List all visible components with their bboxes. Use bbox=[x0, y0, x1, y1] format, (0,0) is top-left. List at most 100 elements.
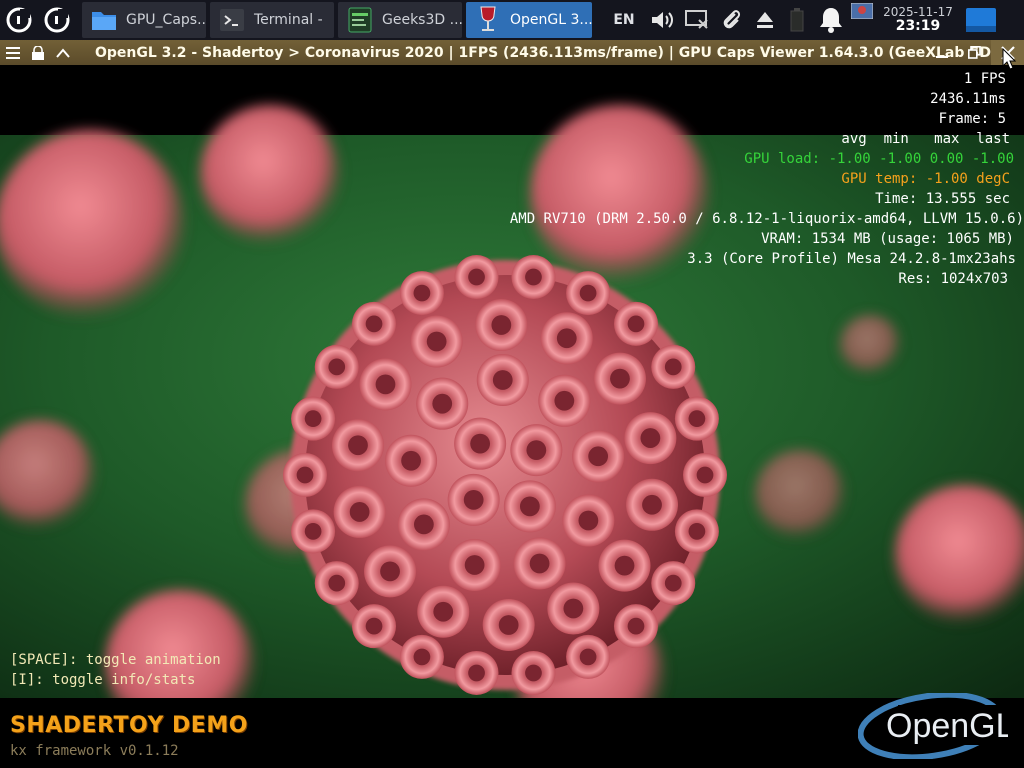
stat-gpu-temp: GPU temp: -1.00 degC bbox=[841, 171, 1010, 187]
stat-fps: 1 FPS bbox=[963, 71, 1006, 87]
virus-spike-hole bbox=[556, 328, 577, 349]
virus-spike-hole bbox=[579, 284, 597, 302]
taskbar: GPU_Caps... Terminal - Geeks3D ... OpenG… bbox=[0, 0, 1024, 40]
virus-spike-hole bbox=[426, 331, 447, 352]
virus-spike-hole bbox=[349, 502, 370, 522]
stat-resolution: Res: 1024x703 bbox=[898, 271, 1008, 287]
virus-spike-hole bbox=[433, 601, 454, 622]
window-title: OpenGL 3.2 - Shadertoy > Coronavirus 202… bbox=[95, 44, 1009, 61]
window-titlebar[interactable]: OpenGL 3.2 - Shadertoy > Coronavirus 202… bbox=[0, 40, 1024, 65]
help-toggle-info: [I]: toggle info/stats bbox=[10, 672, 196, 688]
virus-spike-hole bbox=[464, 555, 485, 575]
virus-spike-hole bbox=[519, 496, 540, 517]
window-menu-button[interactable] bbox=[0, 40, 25, 65]
virus-spike-hole bbox=[688, 410, 706, 428]
virus-spike-hole bbox=[588, 446, 609, 467]
mouse-cursor-icon bbox=[1002, 48, 1016, 70]
paperclip-icon[interactable] bbox=[714, 0, 748, 40]
task-opengl-window[interactable]: OpenGL 3... bbox=[466, 2, 592, 38]
chevron-up-icon bbox=[55, 47, 70, 58]
eject-icon[interactable] bbox=[748, 0, 782, 40]
display-off-icon[interactable] bbox=[680, 0, 714, 40]
task-label: OpenGL 3... bbox=[510, 12, 592, 28]
virus-spike-hole bbox=[627, 315, 645, 333]
clock[interactable]: 2025-11-17 23:19 bbox=[874, 6, 962, 33]
virus-spike-hole bbox=[642, 494, 662, 515]
quick-launch-button[interactable] bbox=[38, 0, 76, 40]
virus-spike-hole bbox=[529, 553, 550, 574]
help-toggle-animation: [SPACE]: toggle animation bbox=[10, 652, 221, 668]
battery-icon[interactable] bbox=[782, 0, 812, 40]
mx-logo-icon bbox=[6, 7, 32, 33]
user-badge-icon[interactable] bbox=[850, 0, 874, 40]
lock-icon bbox=[31, 45, 44, 60]
notification-bell-icon[interactable] bbox=[812, 0, 850, 40]
task-label: Terminal - bbox=[254, 12, 323, 28]
task-label: GPU_Caps... bbox=[126, 12, 206, 28]
virus-spike-hole bbox=[468, 268, 485, 286]
virus-spike-hole bbox=[413, 648, 431, 666]
task-file-manager[interactable]: GPU_Caps... bbox=[82, 2, 206, 38]
virus-spike-hole bbox=[296, 466, 314, 484]
virus-spike-hole bbox=[470, 433, 491, 454]
virus-spike-hole bbox=[328, 574, 346, 592]
clock-time: 23:19 bbox=[895, 17, 941, 34]
virus-spike-hole bbox=[525, 664, 542, 682]
opengl-logo-text: OpenGL bbox=[886, 707, 1008, 745]
task-browser[interactable]: Geeks3D ... bbox=[338, 2, 462, 38]
virus-spike-hole bbox=[468, 664, 485, 682]
keyboard-layout-indicator[interactable]: EN bbox=[604, 0, 644, 40]
app-launcher-button[interactable] bbox=[0, 0, 38, 40]
virus-spike-hole bbox=[554, 390, 575, 411]
folder-icon bbox=[90, 6, 118, 34]
stat-renderer: AMD RV710 (DRM 2.50.0 / 6.8.12-1-liquori… bbox=[509, 211, 1024, 227]
virus-spike-hole bbox=[579, 648, 597, 666]
demo-title: SHADERTOY DEMO bbox=[10, 713, 248, 738]
wine-glass-icon bbox=[474, 6, 502, 34]
stat-vram: VRAM: 1534 MB (usage: 1065 MB) bbox=[761, 231, 1014, 247]
virus-spike-hole bbox=[627, 617, 645, 635]
virus-spike-hole bbox=[348, 435, 368, 456]
virus-spike-hole bbox=[304, 410, 322, 428]
virus-spike-hole bbox=[328, 358, 346, 376]
virus-spike-hole bbox=[696, 466, 714, 484]
keep-above-button[interactable] bbox=[50, 40, 75, 65]
framework-version: kx framework v0.1.12 bbox=[10, 743, 179, 759]
virus-spike-hole bbox=[380, 561, 400, 582]
virus-spike-hole bbox=[526, 440, 547, 461]
virus-spike-hole bbox=[413, 284, 431, 302]
virus-spike-hole bbox=[401, 450, 421, 471]
browser-icon bbox=[346, 6, 374, 34]
virus-spike-hole bbox=[413, 514, 434, 535]
maximize-button[interactable] bbox=[958, 40, 991, 65]
opengl-logo: OpenGL bbox=[858, 693, 1008, 759]
show-desktop-button[interactable] bbox=[962, 0, 1000, 40]
pin-window-button[interactable] bbox=[25, 40, 50, 65]
virus-spike-hole bbox=[365, 315, 383, 333]
virus-spike-hole bbox=[640, 428, 661, 448]
virus-spike-hole bbox=[492, 370, 513, 390]
minimize-button[interactable] bbox=[925, 40, 958, 65]
virus-spike-hole bbox=[563, 598, 584, 619]
virus-spike-hole bbox=[664, 358, 682, 376]
hamburger-menu-icon bbox=[5, 46, 20, 59]
stat-frame-count: Frame: 5 bbox=[938, 111, 1006, 127]
stat-table-header: avg min max last bbox=[841, 131, 1010, 147]
virus-spike-hole bbox=[578, 510, 599, 531]
opengl-render-viewport[interactable]: 1 FPS 2436.11ms Frame: 5 avg min max las… bbox=[0, 65, 1024, 768]
minimize-icon bbox=[935, 55, 948, 58]
virus-spike-hole bbox=[688, 522, 706, 540]
mx-logo-icon bbox=[44, 7, 70, 33]
stat-elapsed-time: Time: 13.555 sec bbox=[875, 191, 1010, 207]
terminal-icon bbox=[218, 6, 246, 34]
task-label: Geeks3D ... bbox=[382, 12, 462, 28]
virus-spike-hole bbox=[498, 615, 519, 635]
stat-gpu-load: GPU load: -1.00 -1.00 0.00 -1.00 bbox=[744, 151, 1014, 167]
task-terminal[interactable]: Terminal - bbox=[210, 2, 334, 38]
stat-frame-time: 2436.11ms bbox=[930, 91, 1006, 107]
virus-spike-hole bbox=[491, 315, 512, 335]
virus-spike-hole bbox=[304, 522, 322, 540]
restore-icon bbox=[968, 46, 981, 59]
volume-icon[interactable] bbox=[644, 0, 680, 40]
virus-spike-hole bbox=[463, 489, 484, 510]
